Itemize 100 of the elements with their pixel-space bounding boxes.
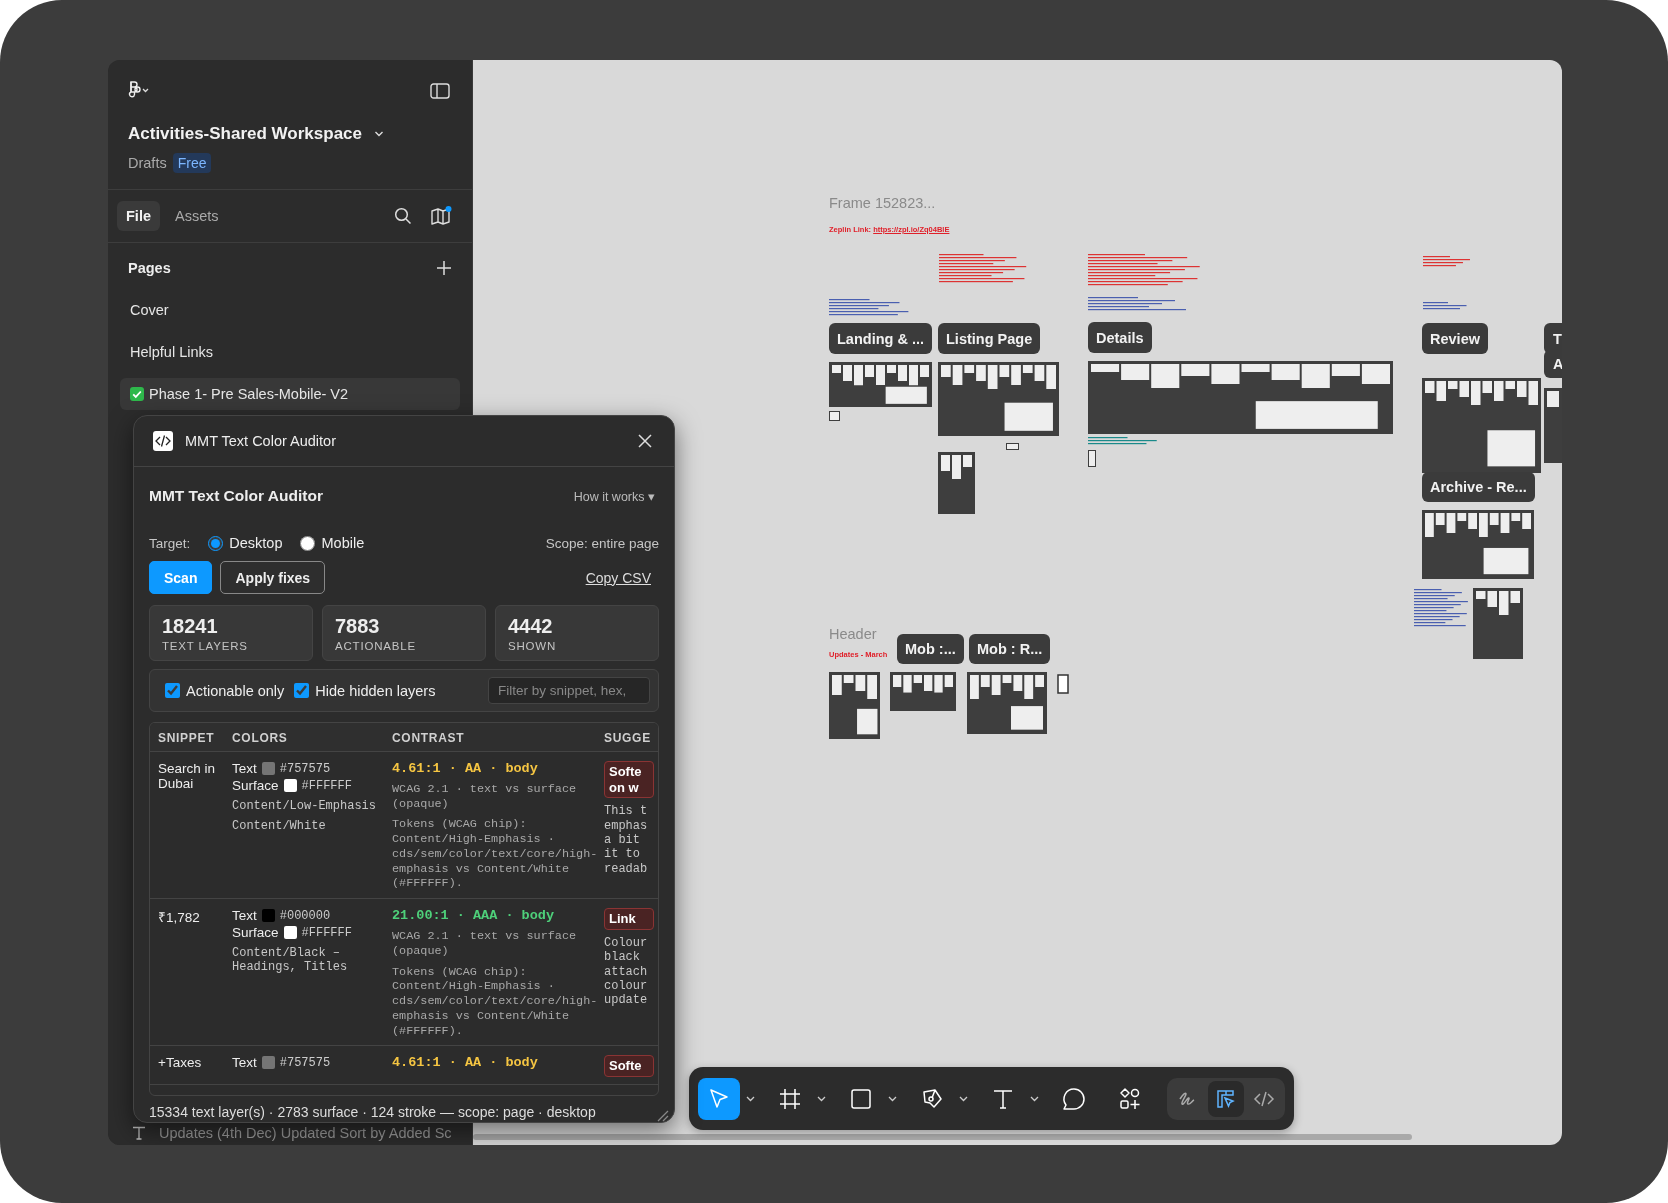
filter-field[interactable]: Filter by snippet, hex, [488, 677, 650, 704]
table-cell-text: +Taxes [158, 1055, 203, 1073]
text-layer-icon [132, 1126, 146, 1140]
frame-preview-drawing[interactable] [829, 362, 932, 407]
section-label[interactable]: Archive - Re... [1422, 472, 1535, 502]
table-cell-text: Search in Dubai [158, 761, 217, 793]
summary-text: 15334 text layer(s) · 2783 surface · 124 stroke — scope: page · desktop [149, 1104, 596, 1120]
caret-icon[interactable] [374, 130, 384, 138]
page-name: Phase 1- Pre Sales-Mobile- V2 [149, 386, 349, 402]
checkbox[interactable] [165, 683, 180, 698]
workspace-title[interactable]: Activities-Shared Workspace [128, 124, 362, 144]
hex-value: #757575 [279, 761, 331, 776]
checkbox[interactable] [294, 683, 310, 698]
radio-label[interactable]: Desktop [229, 535, 283, 551]
close-icon[interactable] [638, 434, 652, 448]
column-header: SUGGE [604, 731, 652, 745]
column-header: CONTRAST [392, 731, 466, 745]
location-label: Drafts [128, 155, 167, 171]
method-note: WCAG 2.1 · text vs surface (opaque) [392, 929, 578, 959]
move-tool-button[interactable] [698, 1077, 740, 1120]
color-role-label: Text [232, 908, 257, 924]
frame-preview-drawing[interactable] [1088, 450, 1096, 467]
frame-outline-drawing [1057, 674, 1069, 694]
page-name: Cover [130, 302, 169, 318]
caret-icon[interactable] [959, 1095, 968, 1102]
scrollbar[interactable] [473, 1134, 1412, 1140]
frame-preview-drawing[interactable] [1544, 388, 1562, 463]
how-it-works-link[interactable]: How it works ▾ [573, 488, 655, 504]
update-notes-drawing [1414, 588, 1469, 628]
layer-name[interactable]: Updates (4th Dec) Updated Sort by Added Sc [159, 1125, 452, 1141]
method-note: WCAG 2.1 · text vs surface (opaque) [392, 782, 578, 812]
frame-preview-drawing[interactable] [967, 672, 1047, 734]
frame-preview-drawing[interactable] [829, 672, 880, 739]
window-title: MMT Text Color Auditor [185, 433, 336, 449]
frame-preview-drawing[interactable] [1422, 378, 1541, 473]
frame-preview-drawing[interactable] [829, 411, 840, 421]
actions-tool-icon [1117, 1085, 1143, 1112]
contrast-rating: 4.61:1 · AA · body [392, 761, 539, 776]
code-icon [153, 431, 173, 451]
caret-icon[interactable] [1030, 1095, 1039, 1102]
stat-label: ACTIONABLE [335, 640, 417, 652]
sidebar-tab[interactable]: Assets [166, 201, 228, 231]
column-header: COLORS [232, 731, 289, 745]
stat-value: 18241 [162, 615, 219, 638]
stat-value: 4442 [508, 615, 554, 638]
table-cell-text: ₹1,782 [158, 909, 201, 928]
token-name: Content/Black – Headings, Titles [232, 946, 349, 975]
page-item[interactable]: Cover [120, 294, 460, 326]
check-icon [130, 387, 144, 401]
caret-icon[interactable] [888, 1095, 897, 1102]
section-label[interactable]: Mob : R... [969, 634, 1051, 664]
frame-preview-drawing[interactable] [890, 672, 956, 711]
checkbox-label[interactable]: Actionable only [186, 682, 285, 699]
color-role-label: Text [232, 761, 257, 776]
frame-preview-drawing[interactable] [1088, 361, 1393, 434]
radio-button[interactable] [300, 535, 316, 551]
design-mode-button[interactable] [1208, 1080, 1244, 1117]
library-book-icon[interactable] [430, 206, 452, 226]
token-name: Content/White [232, 819, 327, 833]
copy-csv-link[interactable]: Copy CSV [585, 569, 651, 586]
color-role-label: Surface [232, 925, 279, 941]
pages-heading: Pages [128, 260, 171, 276]
page-item[interactable]: Helpful Links [120, 336, 460, 368]
caret-icon[interactable] [746, 1095, 755, 1102]
color-role-label: Text [232, 1055, 257, 1071]
section-label[interactable]: Landing & ... [829, 323, 932, 354]
search-icon[interactable] [394, 207, 412, 225]
sidebar-tab[interactable]: File [117, 201, 160, 231]
radio-label[interactable]: Mobile [321, 535, 365, 551]
suggestion-tag: Softe on w [604, 761, 655, 799]
hex-value: #757575 [279, 1055, 331, 1070]
comment-tool-icon [1061, 1085, 1087, 1112]
frame-preview-drawing[interactable] [938, 362, 1059, 436]
section-label[interactable]: Details [1088, 322, 1152, 353]
apply-fixes-button[interactable]: Apply fixes [220, 561, 326, 594]
page-name: Helpful Links [130, 344, 213, 360]
stat-label: SHOWN [508, 640, 558, 652]
checkbox-label[interactable]: Hide hidden layers [315, 682, 436, 699]
target-label: Target: [149, 535, 191, 551]
frame-preview-drawing[interactable] [1422, 510, 1534, 579]
section-label[interactable]: Listing Page [938, 323, 1041, 354]
plugin-title: MMT Text Color Auditor [149, 487, 323, 505]
frame-preview-drawing[interactable] [1006, 443, 1019, 450]
frame-preview-drawing[interactable] [1473, 588, 1523, 659]
radio-button[interactable] [208, 535, 224, 551]
caret-icon[interactable] [817, 1095, 826, 1102]
frame-preview-drawing[interactable] [938, 452, 975, 514]
frame-title: Frame 152823... [829, 195, 936, 211]
section-label[interactable]: Mob :... [897, 634, 964, 664]
page-item[interactable]: Phase 1- Pre Sales-Mobile- V2 [120, 378, 460, 410]
panel-toggle-icon[interactable] [430, 83, 450, 99]
plan-badge: Free [172, 153, 212, 173]
suggestion-tag: Link [604, 908, 655, 930]
section-label[interactable]: Review [1422, 323, 1488, 354]
token-note: Tokens (WCAG chip): Content/High-Emphasis · cds/sem/color/text/core/high-emphasis vs Content/White (#FFFFFF). [392, 817, 599, 892]
resize-grip-icon[interactable] [655, 1108, 669, 1122]
contrast-rating: 4.61:1 · AA · body [392, 1055, 539, 1071]
color-role-label: Surface [232, 778, 279, 793]
add-page-icon[interactable] [436, 260, 452, 276]
stat-value: 7883 [335, 615, 381, 638]
